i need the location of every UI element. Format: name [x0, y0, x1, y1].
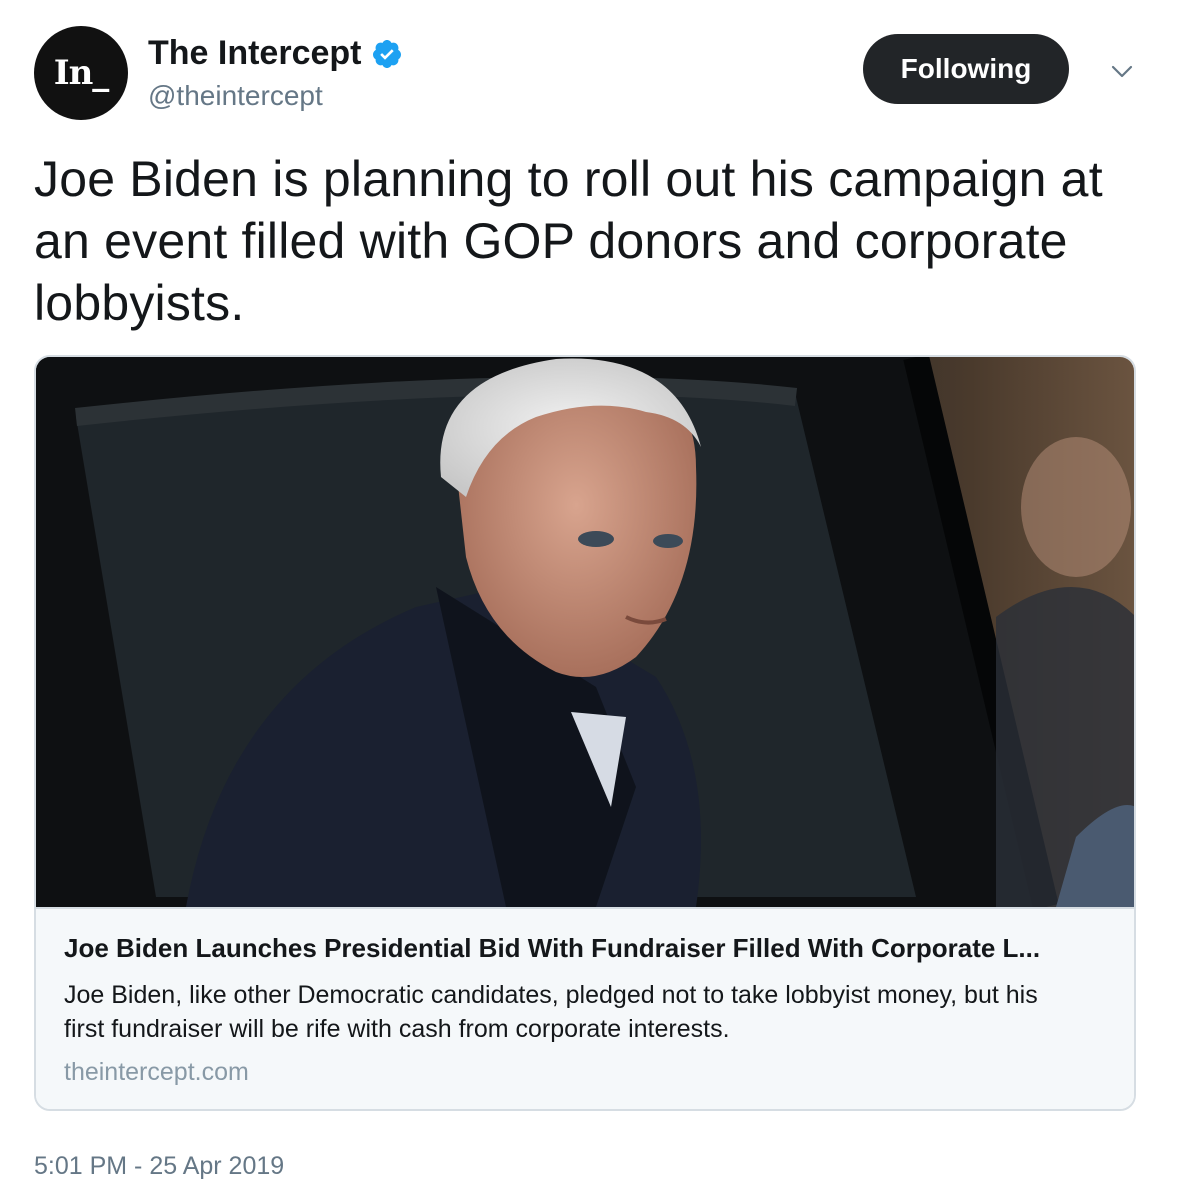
account-handle[interactable]: @theintercept	[148, 80, 323, 112]
card-title[interactable]: Joe Biden Launches Presidential Bid With…	[64, 933, 1108, 964]
tweet-header: In_ The Intercept @theintercept Followin…	[34, 26, 1154, 126]
display-name[interactable]: The Intercept	[148, 34, 361, 73]
following-button[interactable]: Following	[863, 34, 1069, 104]
avatar[interactable]: In_	[34, 26, 128, 120]
name-row: The Intercept	[148, 34, 403, 73]
card-description: Joe Biden, like other Democratic candida…	[64, 981, 1038, 1043]
card-body: Joe Biden Launches Presidential Bid With…	[36, 907, 1134, 1109]
verified-badge-icon	[373, 39, 402, 68]
tweet-timestamp[interactable]: 5:01 PM - 25 Apr 2019	[34, 1152, 284, 1181]
avatar-logo-text: In_	[53, 53, 110, 93]
link-card[interactable]: Joe Biden Launches Presidential Bid With…	[34, 355, 1136, 1111]
tweet-text: Joe Biden is planning to roll out his ca…	[34, 151, 1103, 331]
card-photo-image	[36, 357, 1134, 907]
card-domain[interactable]: theintercept.com	[64, 1058, 1108, 1087]
chevron-down-icon[interactable]	[1110, 60, 1134, 84]
